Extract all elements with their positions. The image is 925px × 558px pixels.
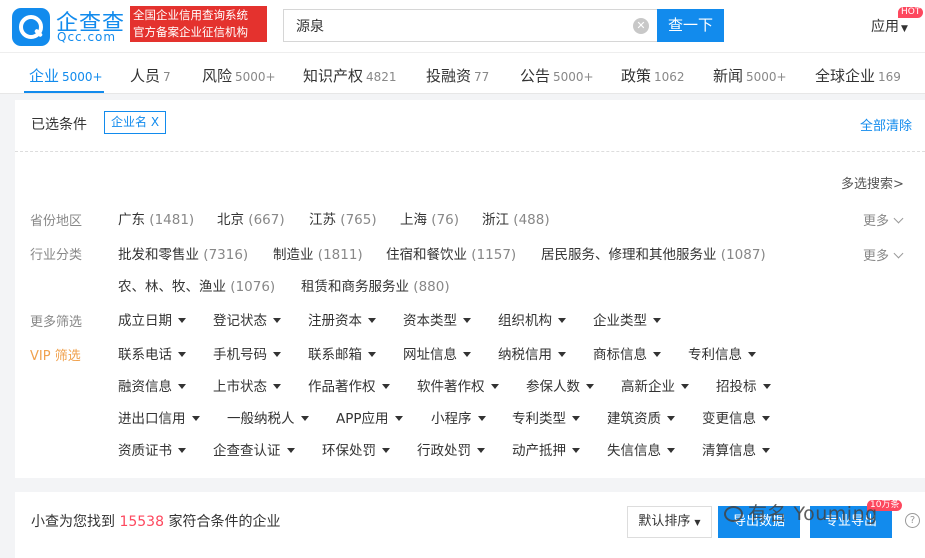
slogan-line-1: 全国企业信用查询系统: [133, 8, 248, 22]
industry-option[interactable]: 住宿和餐饮业 (1157): [386, 243, 516, 263]
vip-filter-dropdown[interactable]: 网址信息: [403, 343, 471, 363]
clear-search-icon[interactable]: ✕: [633, 18, 649, 34]
industry-option[interactable]: 批发和零售业 (7316): [118, 243, 248, 263]
industry-option[interactable]: 制造业 (1811): [273, 243, 363, 263]
filter-dropdown-founded-date[interactable]: 成立日期: [118, 309, 186, 329]
vip-filter-dropdown[interactable]: 一般纳税人: [227, 407, 309, 427]
vip-filter-dropdown[interactable]: 上市状态: [213, 375, 281, 395]
search-box: ✕: [283, 9, 657, 42]
vip-filter-dropdown[interactable]: APP应用: [336, 407, 403, 427]
vip-filter-dropdown[interactable]: 失信信息: [607, 439, 675, 459]
caret-down-icon: ▼: [694, 518, 701, 527]
search-input[interactable]: [296, 16, 616, 36]
province-option[interactable]: 北京 (667): [217, 208, 285, 228]
province-more-button[interactable]: 更多: [863, 210, 904, 229]
vip-filter-dropdown[interactable]: 专利信息: [688, 343, 756, 363]
top-header: 企查查 Qcc.com 全国企业信用查询系统 官方备案企业征信机构 ✕ 查一下 …: [0, 0, 925, 52]
active-tab-indicator: [24, 91, 104, 93]
wechat-icon: [724, 506, 743, 522]
brand-domain: Qcc.com: [57, 30, 117, 44]
vip-filter-dropdown[interactable]: 商标信息: [593, 343, 661, 363]
industry-option[interactable]: 农、林、牧、渔业 (1076): [118, 275, 275, 295]
selected-conditions-label: 已选条件: [31, 117, 87, 133]
tab-policy[interactable]: 政策 1062: [621, 65, 685, 86]
vip-filter-dropdown[interactable]: 融资信息: [118, 375, 186, 395]
vip-filter-dropdown[interactable]: 高新企业: [621, 375, 689, 395]
vip-filter-dropdown[interactable]: 进出口信用: [118, 407, 200, 427]
tab-risk[interactable]: 风险 5000+: [202, 65, 276, 86]
chevron-down-icon: [893, 248, 904, 259]
category-tabs: 企业 5000+ 人员 7 风险 5000+ 知识产权 4821 投融资 77 公告 500…: [0, 52, 925, 94]
filter-dropdown-organization[interactable]: 组织机构: [498, 309, 566, 329]
vip-filter-dropdown[interactable]: 招投标: [716, 375, 771, 395]
vip-filter-dropdown[interactable]: 动产抵押: [512, 439, 580, 459]
industry-label: 行业分类: [30, 248, 83, 263]
vip-filter-dropdown[interactable]: 手机号码: [213, 343, 281, 363]
vip-filter-dropdown[interactable]: 清算信息: [702, 439, 770, 459]
tab-people[interactable]: 人员 7: [130, 65, 171, 86]
chevron-down-icon: [893, 213, 904, 224]
tab-ip[interactable]: 知识产权 4821: [303, 65, 397, 86]
vip-filter-dropdown[interactable]: 参保人数: [526, 375, 594, 395]
hot-badge: HOT: [898, 7, 924, 18]
vip-filters-label: VIP 筛选: [30, 349, 81, 364]
filter-dropdown-capital-type[interactable]: 资本类型: [403, 309, 471, 329]
tab-global[interactable]: 全球企业 169: [815, 65, 901, 86]
industry-more-button[interactable]: 更多: [863, 245, 904, 264]
filter-panel: 已选条件 企业名 X 全部清除 多选搜索> 省份地区 广东 (1481) 北京 …: [15, 100, 925, 478]
industry-option[interactable]: 居民服务、修理和其他服务业 (1087): [541, 243, 766, 263]
vip-filter-dropdown[interactable]: 变更信息: [702, 407, 770, 427]
filter-dropdown-company-type[interactable]: 企业类型: [593, 309, 661, 329]
tab-investment[interactable]: 投融资 77: [426, 65, 489, 86]
slogan-banner: 全国企业信用查询系统 官方备案企业征信机构: [130, 6, 267, 42]
province-option[interactable]: 广东 (1481): [118, 208, 194, 228]
vip-filter-dropdown[interactable]: 专利类型: [512, 407, 580, 427]
search-button[interactable]: 查一下: [657, 9, 724, 42]
vip-filter-dropdown[interactable]: 环保处罚: [322, 439, 390, 459]
vip-filter-dropdown[interactable]: 作品著作权: [308, 375, 390, 395]
province-option[interactable]: 上海 (76): [400, 208, 459, 228]
vip-filter-dropdown[interactable]: 资质证书: [118, 439, 186, 459]
province-option[interactable]: 浙江 (488): [482, 208, 550, 228]
help-icon[interactable]: ?: [905, 513, 920, 528]
tab-announcement[interactable]: 公告 5000+: [520, 65, 594, 86]
filter-dropdown-registered-capital[interactable]: 注册资本: [308, 309, 376, 329]
result-count: 15538: [119, 514, 164, 530]
industry-option[interactable]: 租赁和商务服务业 (880): [301, 275, 450, 295]
sort-dropdown[interactable]: 默认排序 ▼: [627, 506, 712, 538]
tab-company[interactable]: 企业 5000+: [29, 65, 103, 86]
filter-dropdown-registration-status[interactable]: 登记状态: [213, 309, 281, 329]
vip-filter-dropdown[interactable]: 建筑资质: [607, 407, 675, 427]
qcc-logo-icon[interactable]: [12, 8, 50, 46]
province-option[interactable]: 江苏 (765): [309, 208, 377, 228]
divider: [15, 151, 925, 152]
vip-filter-dropdown[interactable]: 联系邮箱: [308, 343, 376, 363]
vip-filter-dropdown[interactable]: 小程序: [431, 407, 486, 427]
result-count-text: 小查为您找到 15538 家符合条件的企业: [31, 514, 281, 530]
more-filters-label: 更多筛选: [30, 315, 83, 330]
vip-filter-dropdown[interactable]: 软件著作权: [417, 375, 499, 395]
vip-filter-dropdown[interactable]: 行政处罚: [417, 439, 485, 459]
province-label: 省份地区: [30, 214, 83, 229]
watermark: 有名 Youming: [724, 499, 878, 526]
vip-filter-dropdown[interactable]: 联系电话: [118, 343, 186, 363]
selected-chip-company-name[interactable]: 企业名 X: [104, 111, 167, 134]
tab-news[interactable]: 新闻 5000+: [713, 65, 787, 86]
multi-select-search-link[interactable]: 多选搜索>: [841, 173, 904, 192]
slogan-line-2: 官方备案企业征信机构: [133, 25, 248, 39]
vip-filter-dropdown[interactable]: 纳税信用: [498, 343, 566, 363]
caret-down-icon: ▼: [901, 24, 908, 34]
clear-all-link[interactable]: 全部清除: [860, 115, 912, 134]
apps-label: 应用: [871, 19, 899, 35]
vip-filter-dropdown[interactable]: 企查查认证: [213, 439, 295, 459]
result-summary-bar: 小查为您找到 15538 家符合条件的企业 默认排序 ▼ 导出数据 专业导出 10…: [15, 492, 925, 558]
apps-menu[interactable]: 应用 ▼: [871, 16, 908, 36]
